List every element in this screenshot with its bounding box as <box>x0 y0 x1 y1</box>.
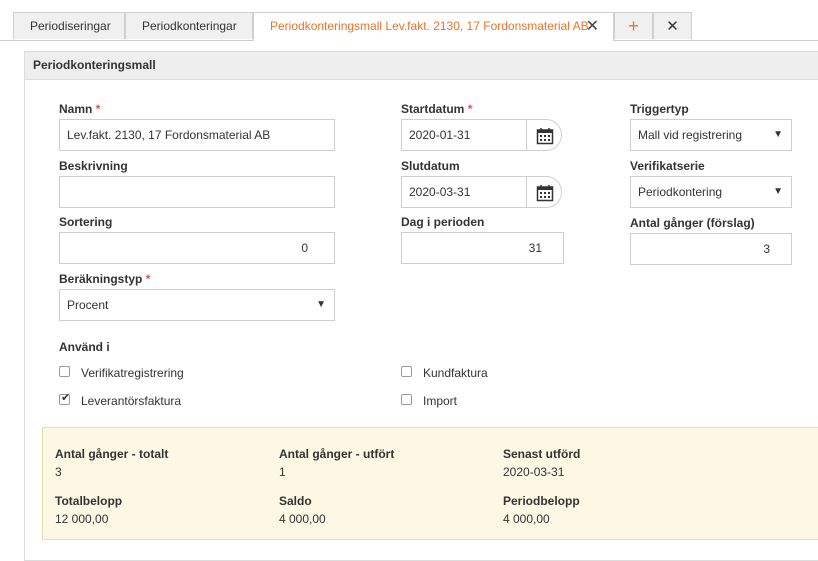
end-date-calendar-button[interactable] <box>526 176 562 208</box>
checkbox-label: Import <box>423 394 458 408</box>
period-amount-value: 4 000,00 <box>503 512 550 526</box>
checkmark-icon: ✔ <box>61 392 71 404</box>
checkbox-label: Leverantörsfaktura <box>81 394 182 408</box>
calc-type-value: Procent <box>67 298 109 312</box>
name-input[interactable]: Lev.fakt. 2130, 17 Fordonsmaterial AB <box>59 119 335 151</box>
start-date-label: Startdatum * <box>401 102 473 116</box>
trigger-type-select[interactable]: Mall vid registrering ▼ <box>630 119 792 151</box>
period-amount-label: Periodbelopp <box>503 494 580 508</box>
total-count-label: Antal gånger - totalt <box>55 447 169 461</box>
balance-label: Saldo <box>279 494 312 508</box>
voucher-series-label: Verifikatserie <box>630 159 705 173</box>
day-in-period-input[interactable]: 31 <box>401 232 564 264</box>
panel-title: Periodkonteringsmall <box>25 52 818 80</box>
checkbox-verifikatregistrering[interactable] <box>59 366 70 377</box>
last-done-value: 2020-03-31 <box>503 465 565 479</box>
balance-value: 4 000,00 <box>279 512 326 526</box>
checkbox-label: Kundfaktura <box>423 366 488 380</box>
suggested-count-label: Antal gånger (förslag) <box>630 216 755 230</box>
summary-box: Antal gånger - totalt 3 Antal gånger - u… <box>42 427 818 540</box>
calc-type-label: Beräkningstyp * <box>59 272 151 286</box>
calendar-icon <box>536 128 554 145</box>
end-date-label: Slutdatum <box>401 159 460 173</box>
end-date-input[interactable]: 2020-03-31 <box>401 176 527 208</box>
voucher-series-value: Periodkontering <box>638 185 723 199</box>
plus-icon: + <box>628 16 639 36</box>
add-tab-button[interactable]: + <box>614 12 653 39</box>
suggested-count-input[interactable]: 3 <box>630 233 792 265</box>
tab-label: Periodiseringar <box>30 19 111 33</box>
close-tab-icon[interactable]: ✕ <box>586 13 599 40</box>
day-in-period-label: Dag i perioden <box>401 215 485 229</box>
close-all-tabs-button[interactable]: ✕ <box>653 12 692 39</box>
total-count-value: 3 <box>55 465 62 479</box>
voucher-series-select[interactable]: Periodkontering ▼ <box>630 176 792 208</box>
name-label: Namn * <box>59 102 101 116</box>
dropdown-arrow-icon: ▼ <box>773 129 783 140</box>
description-input[interactable] <box>59 176 335 208</box>
close-icon: ✕ <box>666 18 679 35</box>
checkbox-leverantorsfaktura[interactable]: ✔ <box>59 392 71 405</box>
tab-label: Periodkonteringar <box>142 19 237 33</box>
checkbox-kundfaktura[interactable] <box>401 366 412 377</box>
dropdown-arrow-icon: ▼ <box>773 186 783 197</box>
start-date-calendar-button[interactable] <box>526 119 562 151</box>
done-count-label: Antal gånger - utfört <box>279 447 395 461</box>
tab-periodiseringar[interactable]: Periodiseringar <box>13 12 125 39</box>
dropdown-arrow-icon: ▼ <box>316 299 326 310</box>
trigger-type-value: Mall vid registrering <box>638 128 743 142</box>
tab-label: Periodkonteringsmall Lev.fakt. 2130, 17 … <box>270 19 589 33</box>
calc-type-select[interactable]: Procent ▼ <box>59 289 335 321</box>
tab-periodkonteringsmall[interactable]: Periodkonteringsmall Lev.fakt. 2130, 17 … <box>253 12 614 41</box>
checkbox-import[interactable] <box>401 394 412 405</box>
trigger-type-label: Triggertyp <box>630 102 689 116</box>
done-count-value: 1 <box>279 465 286 479</box>
total-amount-label: Totalbelopp <box>55 494 123 508</box>
sort-label: Sortering <box>59 215 113 229</box>
description-label: Beskrivning <box>59 159 128 173</box>
start-date-input[interactable]: 2020-01-31 <box>401 119 527 151</box>
sort-input[interactable]: 0 <box>59 232 335 264</box>
tab-periodkonteringar[interactable]: Periodkonteringar <box>125 12 253 39</box>
tab-bar: Periodiseringar Periodkonteringar Period… <box>0 0 818 41</box>
total-amount-value: 12 000,00 <box>55 512 109 526</box>
use-in-label: Använd i <box>59 340 110 354</box>
checkbox-label: Verifikatregistrering <box>81 366 184 380</box>
calendar-icon <box>536 185 554 202</box>
last-done-label: Senast utförd <box>503 447 581 461</box>
